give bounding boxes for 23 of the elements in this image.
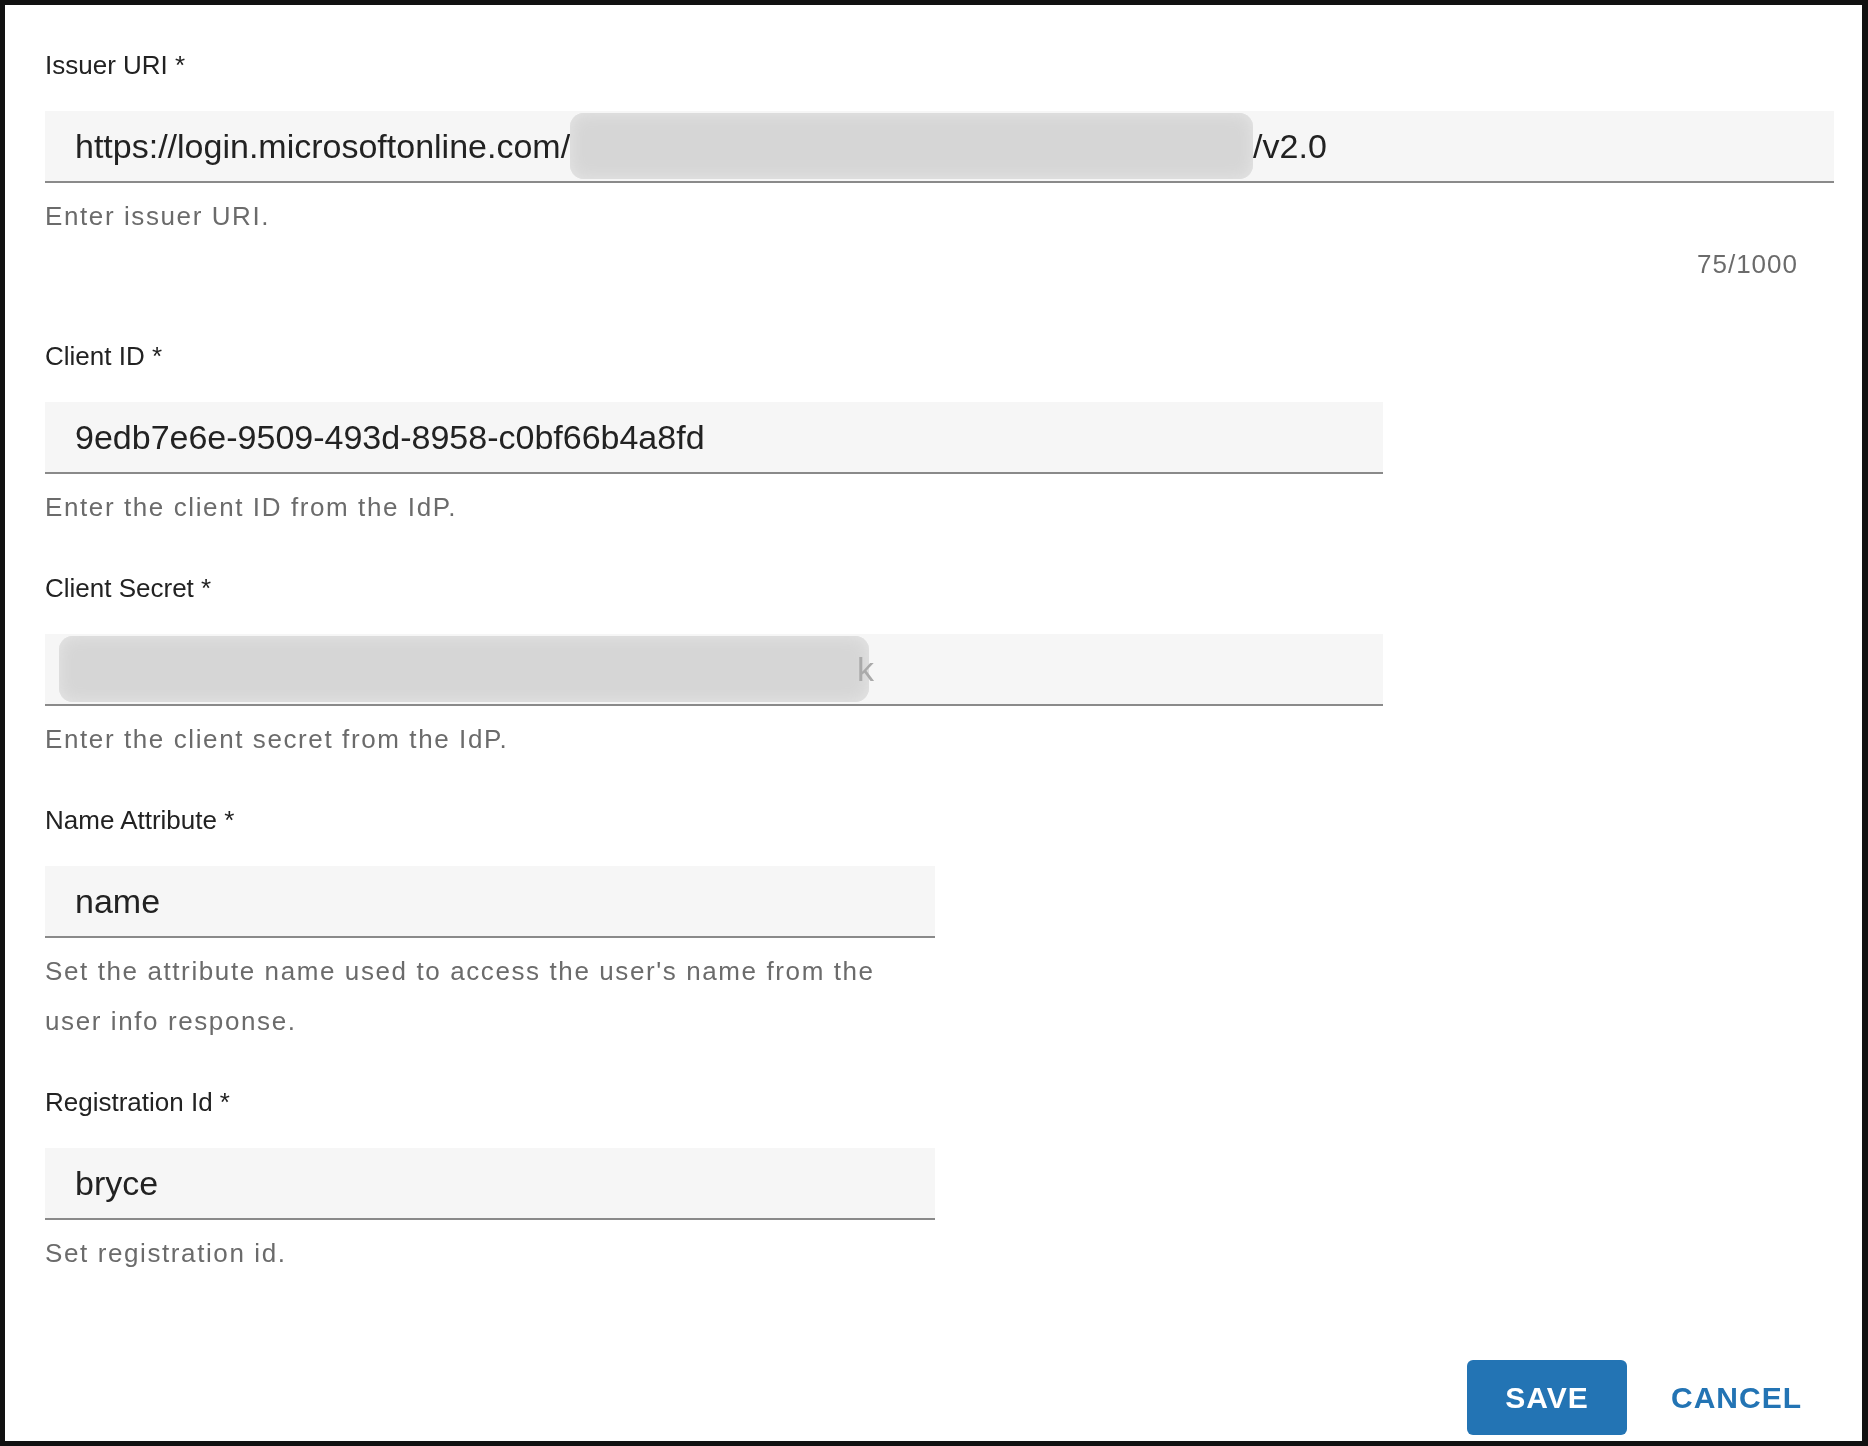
field-label: Name Attribute * [45, 804, 236, 836]
field-value: bryce [75, 1163, 159, 1203]
input-field[interactable]: 9edb7e6e-9509-493d-8958-c0bf66b4a8fd [45, 402, 1383, 474]
helper-text: Set registration id. [45, 1237, 288, 1270]
cancel-button[interactable]: CANCEL [1659, 1370, 1814, 1425]
helper-text: Enter the client secret from the IdP. [45, 723, 510, 756]
save-button[interactable]: SAVE [1467, 1360, 1627, 1435]
input-field[interactable]: name [45, 866, 935, 938]
helper-text: Set the attribute name used to access the user's name from the user info response. [45, 955, 876, 1038]
field-value: name [75, 881, 161, 921]
field-label: Registration Id * [45, 1086, 231, 1118]
field-value: k [857, 649, 874, 689]
helper-text: Enter the client ID from the IdP. [45, 491, 459, 524]
field-value: /v2.0 [1253, 126, 1327, 166]
character-counter: 75/1000 [1697, 249, 1798, 280]
field-value: 9edb7e6e-9509-493d-8958-c0bf66b4a8fd [75, 417, 705, 457]
input-field[interactable]: bryce [45, 1148, 935, 1220]
field-label: Client Secret * [45, 572, 213, 604]
helper-text: Enter issuer URI. [45, 200, 272, 233]
field-value: https://login.microsoftonline.com/ [75, 126, 571, 166]
input-field[interactable]: https://login.microsoftonline.com/ /v2.0 [45, 111, 1834, 183]
field-label: Client ID * [45, 340, 164, 372]
field-label: Issuer URI * [45, 49, 187, 81]
